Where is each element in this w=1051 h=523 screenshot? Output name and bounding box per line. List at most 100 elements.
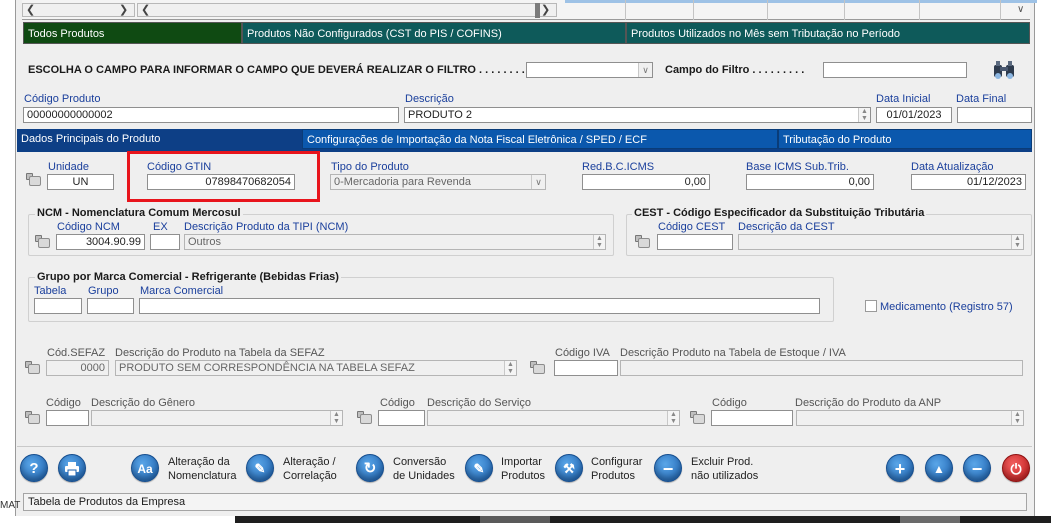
move-up-button[interactable]: ▲ xyxy=(925,454,953,482)
grid-divider xyxy=(1000,0,1001,20)
product-grid: ❮ ❯ ❮ ❯ ∨ xyxy=(22,0,1037,20)
cod-sefaz-input[interactable]: 0000 xyxy=(46,360,109,376)
tab-todos-produtos[interactable]: Todos Produtos xyxy=(23,22,242,44)
arrow-right-icon[interactable]: ❯ xyxy=(541,3,550,16)
tab-produtos-nao-configurados[interactable]: Produtos Não Configurados (CST do PIS / … xyxy=(242,22,626,44)
scrollbar-thumb[interactable] xyxy=(535,3,540,18)
tab-dados-principais[interactable]: Dados Principais do Produto xyxy=(17,129,302,149)
grid-selection-strip xyxy=(565,0,1037,3)
spin-icon[interactable]: ▲ ▼ xyxy=(667,411,679,425)
spin-icon[interactable]: ▲ ▼ xyxy=(1011,411,1023,425)
redbc-input[interactable]: 0,00 xyxy=(582,174,710,190)
importar-produtos-button[interactable]: ✎ xyxy=(465,454,493,482)
edit-genero-icon[interactable] xyxy=(25,411,41,425)
codigo-servico-label: Código xyxy=(380,397,415,409)
medicamento-checkbox[interactable] xyxy=(865,300,877,312)
chevron-down-icon[interactable]: ∨ xyxy=(531,175,545,189)
base-icms-input[interactable]: 0,00 xyxy=(746,174,874,190)
ex-input[interactable] xyxy=(150,234,180,250)
edit-servico-icon[interactable] xyxy=(357,411,373,425)
data-final-label: Data Final xyxy=(956,93,1007,105)
excluir-produtos-button[interactable]: − xyxy=(654,454,682,482)
edit-iva-icon[interactable] xyxy=(530,361,546,375)
spin-icon[interactable]: ▲ ▼ xyxy=(593,235,605,249)
remove-button[interactable]: − xyxy=(963,454,991,482)
desc-sefaz-input[interactable]: PRODUTO SEM CORRESPONDÊNCIA NA TABELA SE… xyxy=(115,360,517,376)
desc-tipi-label: Descrição Produto da TIPI (NCM) xyxy=(184,221,349,233)
codigo-cest-label: Código CEST xyxy=(658,221,726,233)
configurar-produtos-button[interactable]: ⚒ xyxy=(555,454,583,482)
codigo-servico-input[interactable] xyxy=(378,410,425,426)
spin-icon[interactable]: ▲ ▼ xyxy=(858,108,870,122)
alteracao-nomenclatura-button[interactable]: Aa xyxy=(131,454,159,482)
grupo-label: Grupo xyxy=(88,285,119,297)
arrow-left-icon[interactable]: ❮ xyxy=(26,3,35,16)
tab-configuracoes-importacao[interactable]: Configurações de Importação da Nota Fisc… xyxy=(302,129,778,149)
exit-button[interactable]: ⏻ xyxy=(1002,454,1030,482)
add-button[interactable]: + xyxy=(886,454,914,482)
unidade-input[interactable]: UN xyxy=(47,174,114,190)
help-button[interactable]: ? xyxy=(20,454,48,482)
desc-iva-input[interactable] xyxy=(620,360,1023,376)
codigo-ncm-input[interactable]: 3004.90.99 xyxy=(56,234,145,250)
minus-icon: − xyxy=(662,459,674,479)
desc-anp-input[interactable]: ▲ ▼ xyxy=(796,410,1024,426)
codigo-cest-input[interactable] xyxy=(657,234,733,250)
importar-produtos-label[interactable]: Importar Produtos xyxy=(501,455,545,483)
desc-anp-label: Descrição do Produto da ANP xyxy=(795,397,942,409)
edit-ncm-icon[interactable] xyxy=(35,235,51,249)
desc-tipi-input[interactable]: Outros ▲ ▼ xyxy=(184,234,606,250)
binoculars-icon[interactable] xyxy=(991,58,1017,80)
codigo-ncm-label: Código NCM xyxy=(57,221,120,233)
spin-icon[interactable]: ▲ ▼ xyxy=(504,361,516,375)
alteracao-correlacao-button[interactable]: ✎ xyxy=(246,454,274,482)
desc-servico-input[interactable]: ▲ ▼ xyxy=(427,410,680,426)
tipo-produto-label: Tipo do Produto xyxy=(331,161,409,173)
desc-genero-input[interactable]: ▲ ▼ xyxy=(91,410,343,426)
edit-anp-icon[interactable] xyxy=(690,411,706,425)
edit-sefaz-icon[interactable] xyxy=(25,361,41,375)
grid-scrollbar-left[interactable]: ❮ ❯ xyxy=(22,3,135,17)
spin-icon[interactable]: ▲ ▼ xyxy=(1011,235,1023,249)
arrow-left-icon[interactable]: ❮ xyxy=(141,3,150,16)
codigo-genero-input[interactable] xyxy=(46,410,89,426)
conversao-unidades-button[interactable]: ↻ xyxy=(356,454,384,482)
codigo-produto-input[interactable]: 00000000000002 xyxy=(23,107,399,123)
alteracao-nomenclatura-label[interactable]: Alteração da Nomenclatura xyxy=(168,455,236,483)
tab-tributacao[interactable]: Tributação do Produto xyxy=(778,129,1032,149)
data-final-input[interactable] xyxy=(957,107,1032,123)
arrow-right-icon[interactable]: ❯ xyxy=(119,3,128,16)
desc-genero-label: Descrição do Gênero xyxy=(91,397,195,409)
alteracao-correlacao-label[interactable]: Alteração / Correlação xyxy=(283,455,337,483)
print-button[interactable] xyxy=(58,454,86,482)
grid-divider xyxy=(919,0,920,20)
codigo-anp-input[interactable] xyxy=(711,410,793,426)
filter-field-select[interactable]: ∨ xyxy=(526,62,653,78)
grupo-input[interactable] xyxy=(87,298,134,314)
tabela-input[interactable] xyxy=(34,298,82,314)
edit-cest-icon[interactable] xyxy=(635,235,651,249)
conversao-unidades-label[interactable]: Conversão de Unidades xyxy=(393,455,455,483)
edit-unit-icon[interactable] xyxy=(26,173,42,187)
campo-filtro-input[interactable] xyxy=(823,62,967,78)
codigo-iva-label: Código IVA xyxy=(555,347,610,359)
chevron-down-icon[interactable]: ∨ xyxy=(638,63,652,77)
grid-divider xyxy=(693,0,694,20)
desc-cest-input[interactable]: ▲ ▼ xyxy=(738,234,1024,250)
descricao-input[interactable]: PRODUTO 2 ▲ ▼ xyxy=(404,107,871,123)
tab-produtos-sem-tributacao[interactable]: Produtos Utilizados no Mês sem Tributaçã… xyxy=(626,22,1030,44)
codigo-iva-input[interactable] xyxy=(554,360,618,376)
desc-servico-label: Descrição do Serviço xyxy=(427,397,531,409)
excluir-produtos-label[interactable]: Excluir Prod. não utilizados xyxy=(691,455,758,483)
marca-comercial-input[interactable] xyxy=(139,298,820,314)
taskbar-segment xyxy=(480,516,550,523)
grid-scrollbar-main[interactable]: ❮ ❯ xyxy=(137,3,557,17)
chevron-down-icon[interactable]: ∨ xyxy=(1017,4,1024,15)
desc-iva-label: Descrição Produto na Tabela de Estoque /… xyxy=(620,347,846,359)
spin-icon[interactable]: ▲ ▼ xyxy=(330,411,342,425)
data-inicial-input[interactable]: 01/01/2023 xyxy=(876,107,952,123)
tipo-produto-select[interactable]: 0-Mercadoria para Revenda ∨ xyxy=(330,174,546,190)
configurar-produtos-label[interactable]: Configurar Produtos xyxy=(591,455,642,483)
data-atualizacao-input[interactable]: 01/12/2023 xyxy=(911,174,1026,190)
campo-filtro-label: Campo do Filtro . . . . . . . . . xyxy=(665,64,805,76)
